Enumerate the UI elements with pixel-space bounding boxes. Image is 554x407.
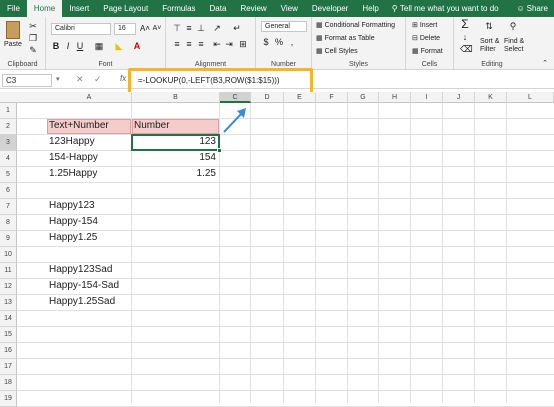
arrow-annotation: [223, 108, 246, 133]
